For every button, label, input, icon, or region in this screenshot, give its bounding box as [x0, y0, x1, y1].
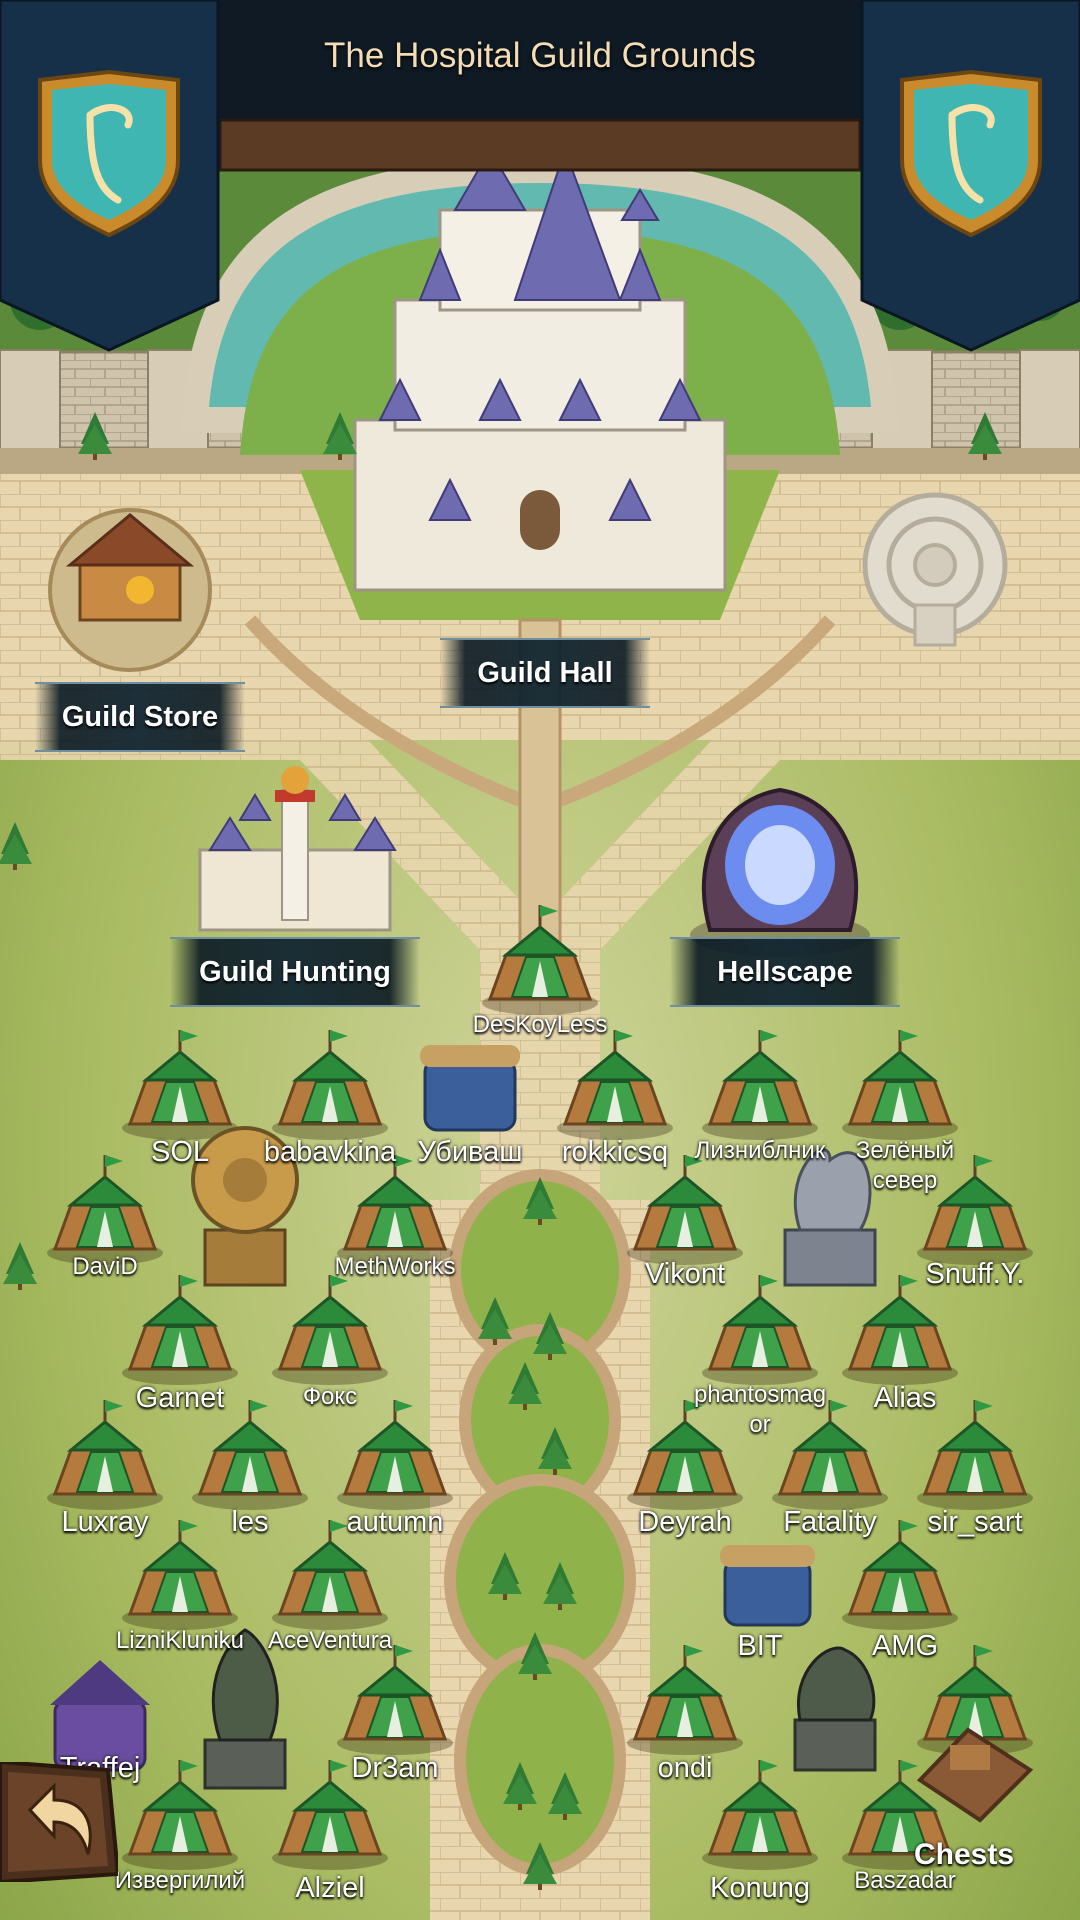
player-name[interactable]: Vikont	[615, 1258, 755, 1290]
guild-hunting-label[interactable]: Guild Hunting	[170, 937, 420, 1007]
member-house-ubivash	[420, 1045, 520, 1132]
guild-store-label[interactable]: Guild Store	[35, 682, 245, 752]
player-name[interactable]: Luxray	[35, 1506, 175, 1538]
player-name[interactable]: ondi	[615, 1752, 755, 1784]
player-name[interactable]: Фокс	[260, 1382, 400, 1412]
player-name[interactable]: les	[180, 1506, 320, 1538]
player-name[interactable]: rokkicsq	[545, 1136, 685, 1168]
player-name[interactable]: sir_sart	[905, 1506, 1045, 1538]
player-name[interactable]: BIT	[690, 1630, 830, 1662]
player-name[interactable]: babavkina	[260, 1136, 400, 1168]
player-name[interactable]: phantosmagor	[690, 1380, 830, 1440]
player-name[interactable]: Snuff.Y.	[905, 1258, 1045, 1290]
player-name[interactable]: Deyrah	[615, 1506, 755, 1538]
player-name[interactable]: Dr3am	[325, 1752, 465, 1784]
player-name[interactable]: Извергилий	[110, 1866, 250, 1896]
player-name[interactable]: MethWorks	[325, 1252, 465, 1282]
back-button[interactable]	[0, 1762, 118, 1882]
player-name[interactable]: Alziel	[260, 1872, 400, 1904]
member-house-bit	[720, 1545, 815, 1627]
player-name[interactable]: SOL	[110, 1136, 250, 1168]
page-title: The Hospital Guild Grounds	[324, 36, 756, 75]
chests-label[interactable]: Chests	[914, 1838, 1014, 1872]
player-name[interactable]: DaviD	[35, 1252, 175, 1282]
player-name[interactable]: Зелёный север	[835, 1136, 975, 1196]
player-name[interactable]: autumn	[325, 1506, 465, 1538]
player-name[interactable]: Fatality	[760, 1506, 900, 1538]
player-name[interactable]: LizniKluniku	[110, 1626, 250, 1656]
player-name[interactable]: Убиваш	[400, 1136, 540, 1168]
player-name[interactable]: AceVentura	[260, 1626, 400, 1656]
guild-hall-label[interactable]: Guild Hall	[440, 638, 650, 708]
player-name[interactable]: DesKoyLess	[470, 1010, 610, 1040]
player-name[interactable]: Konung	[690, 1872, 830, 1904]
player-name[interactable]: Лизниблник	[690, 1136, 830, 1166]
guild-store-building	[48, 508, 212, 672]
player-name[interactable]: Alias	[835, 1382, 975, 1414]
hellscape-label[interactable]: Hellscape	[670, 937, 900, 1007]
player-name[interactable]: AMG	[835, 1630, 975, 1662]
player-name[interactable]: Garnet	[110, 1382, 250, 1414]
